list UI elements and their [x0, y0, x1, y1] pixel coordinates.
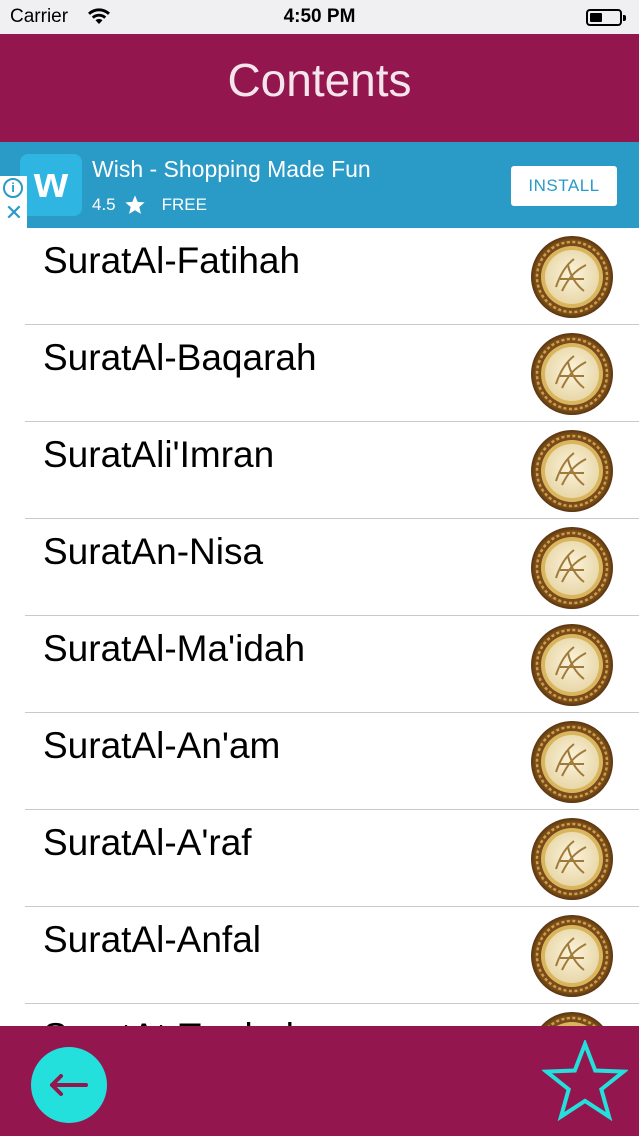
quran-emblem-icon: [530, 914, 614, 998]
quran-emblem-icon: [530, 817, 614, 901]
wish-app-icon[interactable]: w: [20, 154, 82, 216]
surah-label: SuratAn-Nisa: [43, 531, 264, 572]
list-item[interactable]: SuratAl-An'am: [0, 713, 639, 810]
ad-meta: 4.5 FREE: [92, 194, 207, 216]
surah-label: SuratAl-Ma'idah: [43, 628, 306, 669]
surah-label: SuratAl-Baqarah: [43, 337, 317, 378]
star-icon: [125, 195, 145, 214]
bottom-bar: [0, 1026, 639, 1136]
close-icon[interactable]: ✕: [4, 202, 24, 224]
surah-list[interactable]: SuratAl-Fatihah SuratAl-Baqarah SuratAli…: [0, 228, 639, 1026]
surah-label: SuratAl-An'am: [43, 725, 281, 766]
clock: 4:50 PM: [283, 6, 356, 27]
install-button[interactable]: INSTALL: [511, 166, 617, 206]
list-item[interactable]: SuratAl-Fatihah: [0, 228, 639, 325]
quran-emblem-icon: [530, 623, 614, 707]
list-item[interactable]: SuratAl-Anfal: [0, 907, 639, 1004]
ad-choices[interactable]: i ✕: [0, 176, 27, 228]
back-arrow-icon: [50, 1074, 88, 1096]
page-title: Contents: [227, 54, 412, 106]
status-bar: Carrier 4:50 PM: [0, 0, 639, 34]
quran-emblem-icon: [530, 429, 614, 513]
quran-emblem-icon: [530, 332, 614, 416]
list-item[interactable]: SuratAl-Baqarah: [0, 325, 639, 422]
nav-header: Contents: [0, 34, 639, 142]
quran-emblem-icon: [530, 720, 614, 804]
surah-label: SuratAt-Tawbah: [43, 1016, 306, 1026]
quran-emblem-icon: [530, 1011, 614, 1026]
surah-label: SuratAl-Fatihah: [43, 240, 301, 281]
back-button[interactable]: [31, 1047, 107, 1123]
star-outline-icon[interactable]: [542, 1040, 628, 1122]
ad-title[interactable]: Wish - Shopping Made Fun: [92, 156, 371, 183]
quran-emblem-icon: [530, 235, 614, 319]
surah-label: SuratAl-A'raf: [43, 822, 252, 863]
info-icon[interactable]: i: [3, 178, 23, 198]
list-item[interactable]: SuratAl-A'raf: [0, 810, 639, 907]
surah-label: SuratAli'Imran: [43, 434, 275, 475]
ad-price: FREE: [161, 195, 207, 214]
quran-emblem-icon: [530, 526, 614, 610]
surah-label: SuratAl-Anfal: [43, 919, 261, 960]
ad-rating: 4.5: [92, 195, 116, 214]
list-item[interactable]: SuratAl-Ma'idah: [0, 616, 639, 713]
list-item[interactable]: SuratAn-Nisa: [0, 519, 639, 616]
list-item[interactable]: SuratAt-Tawbah: [0, 1004, 639, 1026]
battery-icon: [586, 9, 626, 26]
ad-banner[interactable]: w i ✕ Wish - Shopping Made Fun 4.5 FREE …: [0, 142, 639, 228]
list-item[interactable]: SuratAli'Imran: [0, 422, 639, 519]
